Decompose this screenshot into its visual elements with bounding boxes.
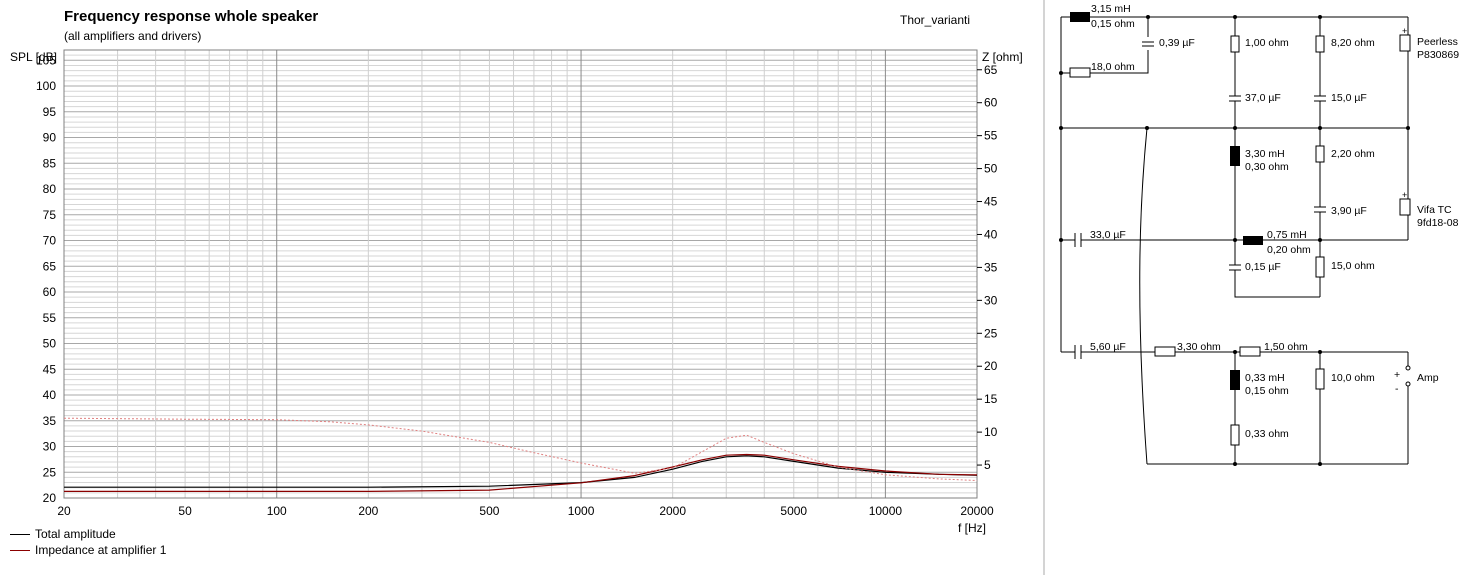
y-tick-label: 100 [36,79,56,93]
y2-tick-label: 55 [984,129,998,143]
y-tick-label: 45 [43,362,57,376]
l4-res-label: 0,15 ohm [1245,385,1289,397]
x-tick-label: 50 [178,504,192,518]
y-tick-label: 85 [43,156,57,170]
y2-tick-label: 5 [984,458,991,472]
y2-tick-label: 30 [984,293,998,307]
tweeter-plus-label: + [1402,26,1407,36]
y-tick-label: 90 [43,131,57,145]
c4-label: 3,90 µF [1331,205,1367,217]
x-tick-label: 20000 [960,504,994,518]
c6-label: 0,15 µF [1245,261,1281,273]
legend-swatch-impedance [10,550,30,552]
l2-res-label: 0,30 ohm [1245,161,1289,173]
legend-label-total: Total amplitude [35,527,116,541]
x-axis-label: f [Hz] [958,521,986,535]
chart-panel: Frequency response whole speaker (all am… [0,0,1043,575]
crossover-schematic-panel: 3,15 mH 0,15 ohm 0,39 µF 18,0 ohm 1,00 o… [1045,0,1472,575]
x-tick-label: 5000 [780,504,807,518]
y2-tick-label: 10 [984,425,998,439]
x-tick-label: 2000 [659,504,686,518]
y-tick-label: 55 [43,311,57,325]
legend-swatch-total [10,534,30,536]
y-tick-label: 50 [43,337,57,351]
x-tick-label: 10000 [869,504,903,518]
y-tick-label: 25 [43,465,57,479]
y2-tick-label: 50 [984,162,998,176]
crossover-schematic: 3,15 mH 0,15 ohm 0,39 µF 18,0 ohm 1,00 o… [1059,3,1459,466]
y-tick-label: 35 [43,414,57,428]
l4-value-label: 0,33 mH [1245,372,1285,384]
y2-axis-label: Z [ohm] [982,50,1023,64]
x-tick-label: 1000 [568,504,595,518]
x-tick-label: 20 [57,504,71,518]
r6-label: 3,30 ohm [1177,341,1221,353]
r5-label: 15,0 ohm [1331,260,1375,272]
frequency-response-chart: 20 25 30 35 40 45 50 55 60 65 70 75 80 85 90 95 100 10 55 1… [10,49,1023,535]
mid-plus-label: + [1402,190,1407,200]
y-tick-label: 20 [43,491,57,505]
legend-label-impedance: Impedance at amplifier 1 [35,543,167,557]
c1-label: 0,39 µF [1159,37,1195,49]
c2-label: 37,0 µF [1245,92,1281,104]
y-tick-label: 80 [43,182,57,196]
amp-plus-label: + [1394,369,1400,381]
y2-tick-label: 60 [984,96,998,110]
y2-tick-label: 65 [984,63,998,77]
y-tick-label: 40 [43,388,57,402]
c7-label: 5,60 µF [1090,341,1126,353]
x-tick-label: 500 [479,504,499,518]
amp-minus-label: - [1395,383,1399,395]
r2-label: 1,00 ohm [1245,37,1289,49]
c3-label: 15,0 µF [1331,92,1367,104]
x-tick-label: 100 [267,504,287,518]
y-tick-label: 70 [43,234,57,248]
c5-label: 33,0 µF [1090,229,1126,241]
y2-tick-label: 35 [984,260,998,274]
l3-res-label: 0,20 ohm [1267,244,1311,256]
mid-name-label: Vifa TC [1417,204,1452,216]
x-tick-label: 200 [358,504,378,518]
tweeter-name-label: Peerless [1417,36,1458,48]
y2-tick-label: 20 [984,359,998,373]
y2-tick-label: 15 [984,392,998,406]
legend-item-impedance: Impedance at amplifier 1 [10,543,166,557]
mid-model-label: 9fd18-08 [1417,217,1459,229]
legend-item-total-amplitude: Total amplitude [10,527,116,541]
y2-tick-label: 25 [984,326,998,340]
r1-label: 18,0 ohm [1091,61,1135,73]
y2-tick-label: 45 [984,195,998,209]
y-tick-label: 30 [43,440,57,454]
r3-label: 8,20 ohm [1331,37,1375,49]
l1-value-label: 3,15 mH [1091,3,1131,15]
l2-value-label: 3,30 mH [1245,148,1285,160]
l3-value-label: 0,75 mH [1267,229,1307,241]
r4-label: 2,20 ohm [1331,148,1375,160]
r9-label: 0,33 ohm [1245,428,1289,440]
y-tick-label: 95 [43,105,57,119]
y2-tick-label: 40 [984,227,998,241]
r7-label: 1,50 ohm [1264,341,1308,353]
y-tick-label: 60 [43,285,57,299]
y-tick-label: 75 [43,208,57,222]
tweeter-model-label: P830869 [1417,49,1459,61]
amp-label: Amp [1417,372,1439,384]
l1-res-label: 0,15 ohm [1091,18,1135,30]
y-tick-label: 65 [43,259,57,273]
y-axis-label: SPL [dB] [10,50,57,64]
r8-label: 10,0 ohm [1331,372,1375,384]
